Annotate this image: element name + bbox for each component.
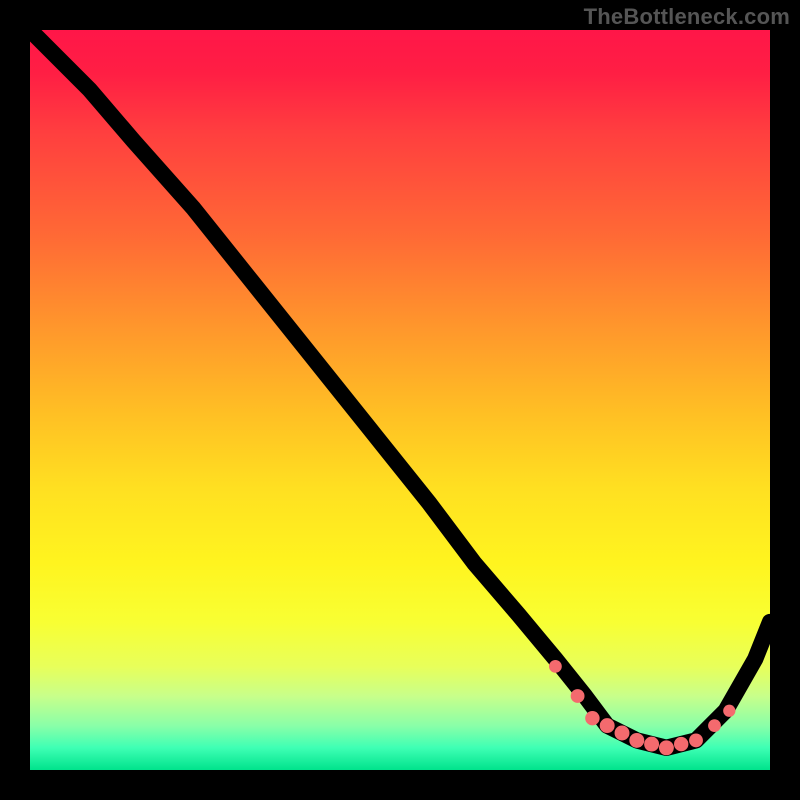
curve-marker	[674, 737, 688, 751]
curve-marker	[629, 733, 644, 748]
curve-marker	[615, 726, 630, 741]
curve-svg	[30, 30, 770, 770]
curve-marker	[644, 737, 659, 752]
curve-marker	[585, 711, 599, 725]
curve-marker	[600, 718, 615, 733]
watermark-text: TheBottleneck.com	[584, 4, 790, 30]
plot-area	[30, 30, 770, 770]
curve-marker	[659, 740, 674, 755]
chart-frame: TheBottleneck.com	[0, 0, 800, 800]
bottleneck-curve	[30, 30, 770, 748]
curve-marker	[549, 660, 562, 673]
curve-marker	[571, 689, 585, 703]
curve-marker	[723, 705, 735, 717]
curve-marker	[708, 719, 721, 732]
curve-marker	[689, 733, 703, 747]
